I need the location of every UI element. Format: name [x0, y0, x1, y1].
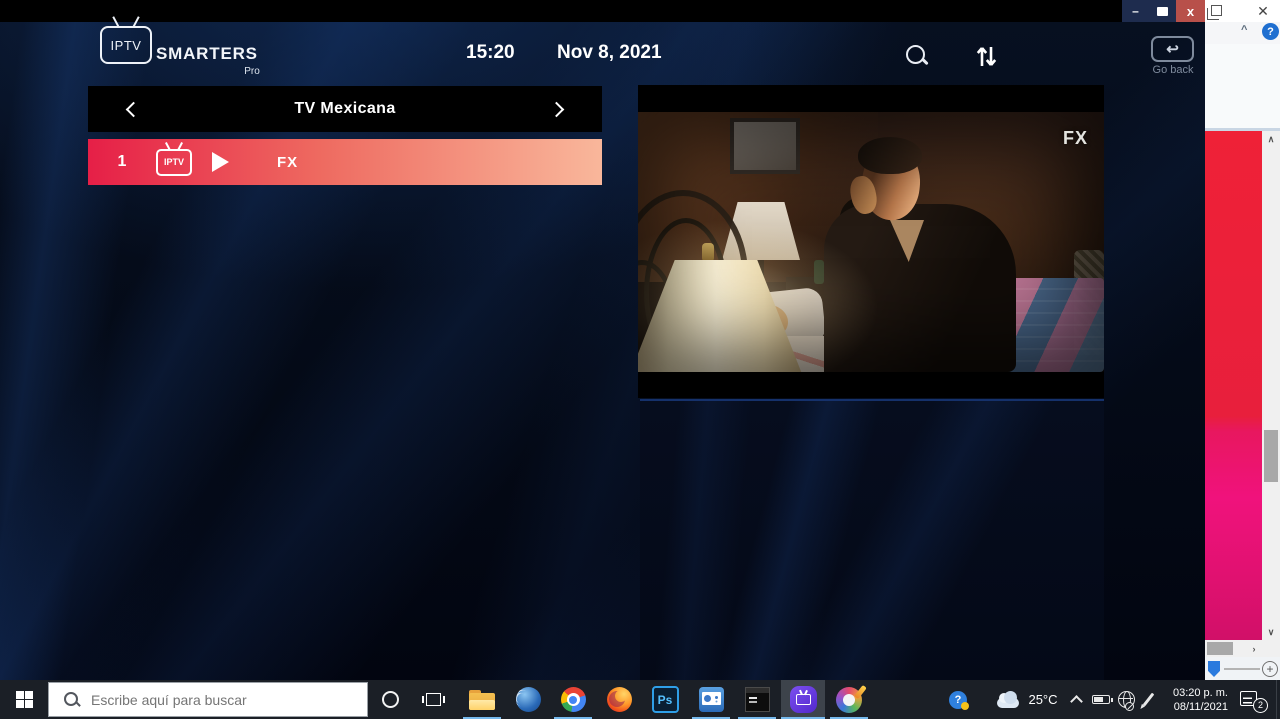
taskbar: Ps ? 25°C: [0, 680, 1280, 719]
tray-pen[interactable]: [1138, 680, 1158, 719]
horizontal-scrollbar[interactable]: ›: [1205, 640, 1280, 657]
search-icon[interactable]: [905, 44, 931, 70]
chrome-icon: [561, 687, 586, 712]
paint-window: ✕ ^ ? ∧ ∨ › +: [1205, 0, 1280, 682]
search-input[interactable]: [91, 692, 351, 708]
video-frame: FX: [638, 112, 1104, 372]
scroll-up-icon[interactable]: ∧: [1262, 131, 1280, 147]
ribbon-collapse-icon[interactable]: ^: [1241, 24, 1247, 36]
no-internet-icon: [1125, 702, 1134, 711]
start-button[interactable]: [0, 680, 48, 719]
taskbar-firefox[interactable]: [597, 680, 641, 719]
start-icon: [16, 691, 33, 708]
zoom-slider-track: [1224, 668, 1260, 670]
iptv-smarters-window: – x IPTV SMARTERS Pro 15:20 Nov 8, 2021 …: [0, 0, 1205, 680]
taskbar-clock[interactable]: 03:20 p. m. 08/11/2021: [1158, 680, 1228, 719]
taskbar-sphere-app[interactable]: [506, 680, 550, 719]
battery-icon: [1092, 695, 1110, 704]
taskbar-time: 03:20 p. m.: [1173, 686, 1228, 700]
task-view-button[interactable]: [414, 680, 452, 719]
info-panel: [640, 399, 1104, 680]
search-icon: [63, 691, 81, 709]
taskbar-date: 08/11/2021: [1174, 700, 1228, 714]
channel-name: FX: [277, 154, 298, 171]
chevron-left-icon[interactable]: [126, 101, 142, 117]
window-titlebar: – x: [0, 0, 1205, 22]
screen: – x IPTV SMARTERS Pro 15:20 Nov 8, 2021 …: [0, 0, 1280, 719]
media-app-icon: [699, 687, 724, 712]
scene-vignette: [638, 112, 1104, 372]
help-icon[interactable]: ?: [1262, 23, 1279, 40]
restore-window-icon[interactable]: [1211, 5, 1222, 16]
terminal-icon: [745, 687, 770, 712]
pen-icon: [1142, 693, 1154, 707]
vertical-scrollbar[interactable]: ∧ ∨: [1262, 131, 1280, 640]
channel-number: 1: [88, 153, 156, 171]
taskbar-chrome[interactable]: [551, 680, 595, 719]
restore-icon: [1157, 7, 1168, 16]
logo-brand-text: SMARTERS: [156, 44, 258, 63]
channel-logo-icon: IPTV: [156, 149, 192, 176]
close-button[interactable]: x: [1176, 0, 1205, 22]
blue-sphere-icon: [516, 687, 541, 712]
play-icon: [212, 152, 229, 172]
file-explorer-icon: [469, 690, 495, 710]
zoom-in-button[interactable]: +: [1262, 661, 1278, 677]
horizontal-scroll-thumb[interactable]: [1207, 642, 1233, 655]
help-icon: ?: [949, 691, 967, 709]
channel-row[interactable]: 1 IPTV FX: [88, 139, 602, 185]
paint-statusbar: +: [1205, 657, 1280, 682]
task-view-icon: [426, 693, 441, 706]
taskbar-command-prompt[interactable]: [735, 680, 779, 719]
vertical-scroll-thumb[interactable]: [1264, 430, 1278, 482]
cortana-button[interactable]: [372, 680, 408, 719]
tray-temperature[interactable]: 25°C: [1024, 680, 1062, 719]
paint-close-button[interactable]: ✕: [1253, 2, 1273, 20]
paint-ribbon: [1205, 44, 1280, 128]
scroll-down-icon[interactable]: ∨: [1262, 624, 1280, 640]
temperature-text: 25°C: [1028, 692, 1057, 707]
paint-icon: [836, 687, 862, 713]
tray-battery[interactable]: [1088, 680, 1114, 719]
clock-date: Nov 8, 2021: [557, 42, 662, 64]
taskbar-paint[interactable]: [827, 680, 871, 719]
paint-canvas-image: [1205, 131, 1262, 640]
sort-icon[interactable]: [974, 42, 998, 75]
chevron-right-icon[interactable]: [549, 101, 565, 117]
show-desktop-button[interactable]: [1276, 680, 1280, 719]
photoshop-icon: Ps: [652, 686, 679, 713]
category-bar: TV Mexicana: [88, 86, 602, 132]
tray-help[interactable]: ?: [946, 680, 970, 719]
taskbar-media-app[interactable]: [689, 680, 733, 719]
notification-badge: 2: [1253, 698, 1268, 713]
clock-time: 15:20: [466, 42, 515, 64]
app-logo: IPTV SMARTERS Pro: [100, 26, 258, 64]
maximize-button[interactable]: [1149, 0, 1176, 22]
go-back-button[interactable]: ↩: [1151, 36, 1194, 62]
fx-watermark: FX: [1063, 128, 1088, 149]
tray-network[interactable]: [1114, 680, 1138, 719]
iptv-smarters-icon: [790, 686, 817, 713]
tv-logo-icon: IPTV: [100, 26, 152, 64]
category-title: TV Mexicana: [294, 100, 395, 118]
scroll-right-icon[interactable]: ›: [1245, 640, 1263, 657]
video-player[interactable]: FX: [638, 85, 1104, 398]
taskbar-iptv-smarters[interactable]: [781, 680, 825, 719]
paint-titlebar: ✕: [1205, 0, 1280, 22]
tray-hidden-icons[interactable]: [1066, 680, 1086, 719]
taskbar-photoshop[interactable]: Ps: [643, 680, 687, 719]
zoom-slider[interactable]: [1208, 661, 1220, 677]
chevron-up-icon: [1070, 695, 1083, 708]
firefox-icon: [607, 687, 632, 712]
logo-pro-text: Pro: [244, 66, 260, 77]
cortana-icon: [382, 691, 399, 708]
go-back-label: Go back: [1141, 64, 1205, 76]
action-center-button[interactable]: 2: [1236, 680, 1270, 719]
weather-icon: [997, 698, 1019, 708]
minimize-button[interactable]: –: [1122, 0, 1149, 22]
taskbar-file-explorer[interactable]: [460, 680, 504, 719]
tray-weather[interactable]: [994, 680, 1022, 719]
taskbar-search-box[interactable]: [48, 682, 368, 717]
